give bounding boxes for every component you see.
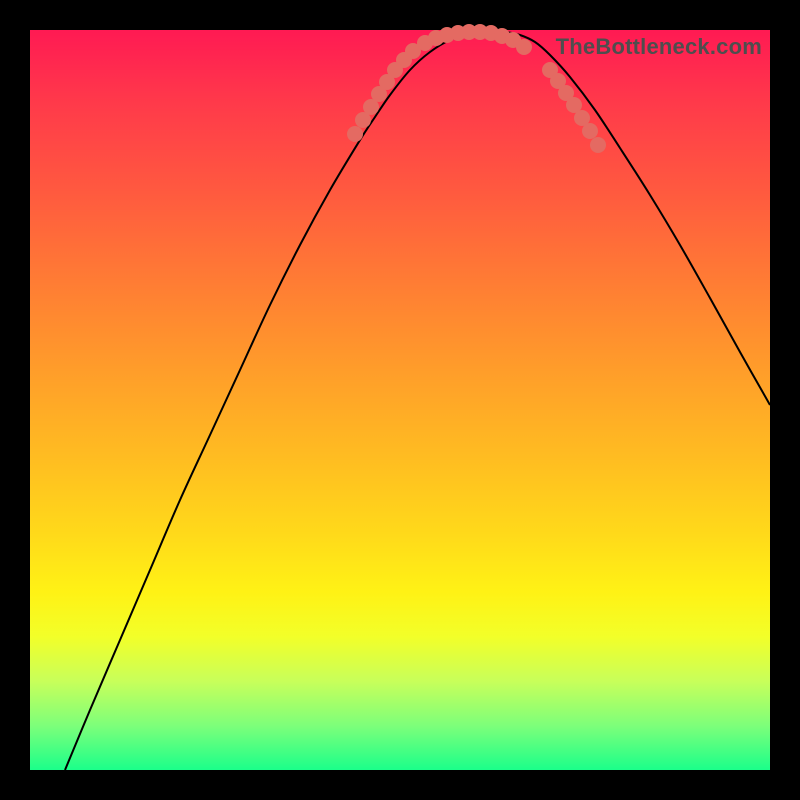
curve-marker [347,126,363,142]
curve-marker [590,137,606,153]
curve-markers [347,24,606,153]
chart-plot-area: TheBottleneck.com [30,30,770,770]
curve-marker [582,123,598,139]
curve-marker [516,39,532,55]
bottleneck-curve [65,32,770,770]
chart-svg [30,30,770,770]
